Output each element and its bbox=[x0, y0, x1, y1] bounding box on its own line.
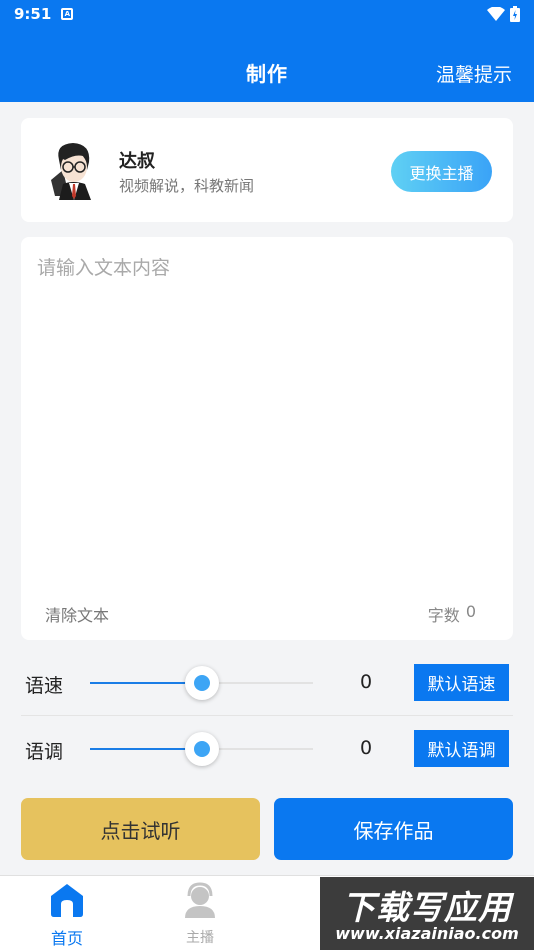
word-count-label: 字数 bbox=[427, 606, 460, 625]
word-count-value: 0 bbox=[465, 602, 476, 621]
anchor-avatar bbox=[51, 143, 91, 200]
tab-anchor-label: 主播 bbox=[186, 930, 214, 946]
notification-a-icon: A bbox=[61, 8, 74, 20]
pitch-value: 0 bbox=[360, 737, 373, 759]
pitch-slider-thumb[interactable] bbox=[184, 732, 219, 766]
person-headset-icon bbox=[185, 882, 215, 918]
tab-anchor[interactable]: 主播 bbox=[155, 880, 245, 948]
change-anchor-button[interactable]: 更换主播 bbox=[391, 151, 492, 192]
listen-button[interactable]: 点击试听 bbox=[21, 798, 260, 860]
speed-value: 0 bbox=[360, 671, 373, 693]
tips-button[interactable]: 温馨提示 bbox=[436, 60, 512, 87]
status-bar: 9:51 A bbox=[0, 0, 534, 28]
status-time: 9:51 bbox=[14, 5, 52, 23]
anchor-card: 达叔 视频解说，科教新闻 更换主播 bbox=[21, 118, 513, 222]
watermark-url: www.xiazainiao.com bbox=[335, 924, 519, 943]
pitch-row: 语调 0 默认语调 bbox=[21, 716, 513, 782]
clear-text-button[interactable]: 清除文本 bbox=[45, 602, 109, 626]
anchor-name: 达叔 bbox=[119, 151, 155, 172]
status-icons bbox=[487, 6, 520, 22]
speed-label: 语速 bbox=[25, 675, 64, 697]
text-content-input[interactable] bbox=[37, 253, 497, 583]
home-icon bbox=[51, 884, 83, 917]
watermark-title: 下载写应用 bbox=[342, 888, 512, 927]
wifi-icon bbox=[487, 7, 505, 21]
tab-home[interactable]: 首页 bbox=[22, 880, 112, 948]
text-editor-card: 清除文本 字数 0 bbox=[21, 237, 513, 640]
pitch-slider[interactable] bbox=[90, 732, 313, 766]
speed-slider[interactable] bbox=[90, 666, 313, 700]
word-count: 字数 0 bbox=[428, 602, 476, 626]
pitch-label: 语调 bbox=[25, 741, 64, 763]
default-speed-button[interactable]: 默认语速 bbox=[414, 664, 509, 701]
app-header: 9:51 A 制作 温馨提示 bbox=[0, 0, 534, 102]
save-work-button[interactable]: 保存作品 bbox=[274, 798, 513, 860]
speed-row: 语速 0 默认语速 bbox=[21, 650, 513, 716]
default-pitch-button[interactable]: 默认语调 bbox=[414, 730, 509, 767]
battery-icon bbox=[510, 6, 520, 22]
watermark: 下载写应用 www.xiazainiao.com bbox=[320, 877, 534, 950]
anchor-description: 视频解说，科教新闻 bbox=[119, 177, 255, 195]
speed-slider-thumb[interactable] bbox=[184, 666, 219, 700]
tab-home-label: 首页 bbox=[50, 929, 83, 948]
